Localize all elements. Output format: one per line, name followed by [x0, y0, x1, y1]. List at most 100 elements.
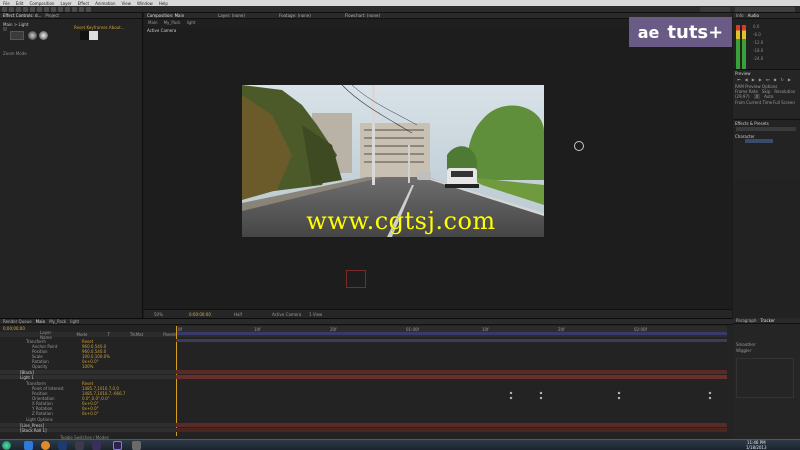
layer-duration-bar[interactable] — [176, 428, 727, 432]
keyframe-icon[interactable] — [708, 396, 712, 400]
menu-effect[interactable]: Effect — [78, 1, 90, 6]
mask-tool-icon[interactable] — [44, 7, 49, 12]
tab-project[interactable]: Project — [45, 13, 59, 18]
skip-value[interactable]: 0 — [753, 94, 761, 99]
pan-behind-tool-icon[interactable] — [37, 7, 42, 12]
tab-audio[interactable]: Audio — [748, 13, 759, 18]
app-icon[interactable] — [92, 441, 101, 450]
view-select[interactable]: Active Camera — [272, 312, 301, 317]
loop-icon[interactable]: ↻ — [781, 77, 784, 82]
layer-row[interactable]: X Rotation 0x+0.0° — [0, 401, 176, 406]
camera-tool-icon[interactable] — [30, 7, 35, 12]
keyframe-icon[interactable] — [539, 396, 543, 400]
tab-timeline-main[interactable]: Main — [36, 319, 46, 324]
subtab-main[interactable]: Main — [148, 20, 158, 25]
system-clock[interactable]: 11:46 PM 1/18/2013 — [746, 440, 767, 450]
app-icon[interactable] — [75, 441, 84, 450]
work-area-bar[interactable] — [176, 332, 727, 335]
subtab-my-pack[interactable]: My_Pack — [164, 20, 181, 25]
first-frame-icon[interactable]: ⏮ — [737, 77, 741, 82]
tab-layer[interactable]: Layer: (none) — [218, 13, 245, 18]
keyframe-icon[interactable] — [539, 391, 543, 395]
keyframe-icon[interactable] — [617, 396, 621, 400]
layer-row[interactable]: Point of Interest 1485.7,1010.7,0.0 — [0, 386, 176, 391]
layer-row[interactable]: Position 1485.7,1010.7,-666.7 — [0, 391, 176, 396]
tab-effect-controls[interactable]: Effect Controls: d... — [3, 13, 41, 18]
layer-row[interactable]: Opacity 100% — [0, 364, 176, 369]
keyframe-icon[interactable] — [509, 391, 513, 395]
prev-frame-icon[interactable]: ◀ — [745, 77, 748, 82]
point-of-interest-icon[interactable] — [574, 141, 584, 151]
workspace-selector[interactable] — [700, 7, 730, 12]
light-position-box[interactable] — [346, 270, 366, 288]
resolution-value[interactable]: Auto — [764, 94, 773, 99]
after-effects-icon[interactable] — [113, 441, 122, 450]
layer-row[interactable]: Light Options — [0, 417, 176, 422]
selection-tool-icon[interactable] — [2, 7, 7, 12]
ie-icon[interactable] — [24, 441, 33, 450]
pen-tool-icon[interactable] — [51, 7, 56, 12]
wiggler-label[interactable]: Wiggler — [736, 348, 751, 353]
tab-timeline-my-pack[interactable]: My_Pack — [49, 319, 66, 324]
menu-view[interactable]: View — [122, 1, 132, 6]
tab-info[interactable]: Info — [736, 13, 744, 18]
layer-row[interactable]: Orientation 0.0°,0.0°,0.0° — [0, 396, 176, 401]
tab-tracker[interactable]: Tracker — [761, 318, 775, 323]
layer-row[interactable]: [Line_Press] — [0, 423, 176, 428]
viewer-canvas[interactable]: Active Camera — [144, 27, 732, 310]
layer-row[interactable]: Transform Reset — [0, 381, 176, 386]
tab-render-queue[interactable]: Render Queue — [3, 319, 32, 324]
menu-animation[interactable]: Animation — [95, 1, 115, 6]
zoom-tool-icon[interactable] — [16, 7, 21, 12]
comp-bar[interactable] — [176, 339, 727, 342]
tab-timeline-light[interactable]: light — [70, 319, 79, 324]
views-layout-select[interactable]: 1 View — [309, 312, 322, 317]
layer-row[interactable]: Scale 100.0,100.0% — [0, 354, 176, 359]
photoshop-icon[interactable] — [58, 441, 67, 450]
audio-toggle-icon[interactable]: ◆ — [773, 77, 776, 82]
app-icon[interactable] — [132, 441, 141, 450]
font-selector[interactable] — [745, 139, 773, 143]
next-frame-icon[interactable]: ▶ — [759, 77, 762, 82]
zoom-level[interactable]: 50% — [154, 312, 163, 317]
menu-composition[interactable]: Composition — [29, 1, 54, 6]
layer-row[interactable]: Position 960.0,540.0 — [0, 349, 176, 354]
layer-row[interactable]: Transform Reset — [0, 339, 176, 344]
menu-window[interactable]: Window — [137, 1, 153, 6]
keyframe-icon[interactable] — [708, 391, 712, 395]
eraser-tool-icon[interactable] — [79, 7, 84, 12]
puppet-tool-icon[interactable] — [86, 7, 91, 12]
play-icon[interactable]: ▶ — [752, 77, 755, 82]
firefox-icon[interactable] — [41, 441, 50, 450]
layer-row[interactable]: Anchor Point 960.0,540.0 — [0, 344, 176, 349]
menu-edit[interactable]: Edit — [16, 1, 24, 6]
start-button-icon[interactable] — [2, 441, 11, 450]
rotate-tool-icon[interactable] — [23, 7, 28, 12]
search-help-input[interactable] — [735, 7, 795, 12]
brush-tool-icon[interactable] — [65, 7, 70, 12]
full-screen-checkbox[interactable]: Full Screen — [773, 100, 795, 105]
ram-preview-icon[interactable]: ▶ — [788, 77, 791, 82]
last-frame-icon[interactable]: ⏭ — [766, 77, 770, 82]
timeline-timecode[interactable]: 0;00;00;00 — [3, 326, 25, 331]
layer-row[interactable]: Rotation 0x+0.0° — [0, 359, 176, 364]
hand-tool-icon[interactable] — [9, 7, 14, 12]
layer-duration-bar[interactable] — [176, 370, 727, 374]
menu-file[interactable]: File — [3, 1, 10, 6]
layer-row[interactable]: [Stock Roll 1] — [0, 428, 176, 433]
from-current-checkbox[interactable]: From Current Time — [735, 100, 772, 105]
keyframe-icon[interactable] — [509, 396, 513, 400]
layer-prop-value[interactable]: 0x+0.0° — [82, 411, 99, 416]
tab-flowchart[interactable]: Flowchart: (none) — [345, 13, 380, 18]
effect-links[interactable]: Reset Keyframes About... — [74, 25, 125, 30]
keyframe-icon[interactable] — [617, 391, 621, 395]
layer-row[interactable]: Light 1 — [0, 375, 176, 380]
subtab-light[interactable]: light — [187, 20, 196, 25]
layer-row[interactable]: Z Rotation 0x+0.0° — [0, 411, 176, 416]
time-ruler[interactable]: 0f 10f 20f 01:00f 10f 20f 02:00f — [176, 326, 727, 337]
frame-rate-value[interactable]: (29.97) — [735, 94, 750, 99]
text-tool-icon[interactable] — [58, 7, 63, 12]
resolution-select[interactable]: Half — [234, 312, 242, 317]
menu-layer[interactable]: Layer — [60, 1, 71, 6]
layer-duration-bar[interactable] — [176, 375, 727, 379]
